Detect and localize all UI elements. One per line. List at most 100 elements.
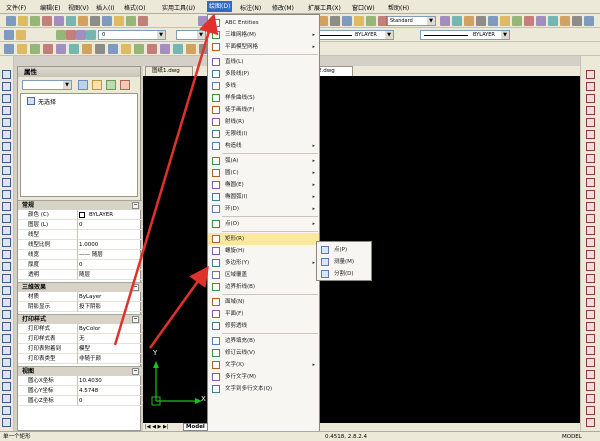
property-row[interactable]: 透明 随层: [18, 270, 142, 280]
modify-tool-icon[interactable]: [586, 178, 595, 187]
draw-tool-icon[interactable]: [2, 82, 11, 91]
modify-tool-icon[interactable]: [586, 214, 595, 223]
linetype-combo[interactable]: BYLAYER ▼: [314, 30, 394, 40]
orbit-icon[interactable]: [147, 44, 157, 54]
modify-tool-icon[interactable]: [586, 274, 595, 283]
modify-tool-icon[interactable]: [586, 70, 595, 79]
draw-menu-item-29[interactable]: 文字到多行文本(Q): [208, 383, 319, 395]
modify-tool-icon[interactable]: [586, 322, 595, 331]
draw-tool-icon[interactable]: [2, 334, 11, 343]
draw-menu-item-24[interactable]: 修剪透线: [208, 320, 319, 332]
draw-menu-item-16[interactable]: 点(O) ▸: [208, 218, 319, 230]
tab-drawing1[interactable]: 图纸1.dwg: [145, 66, 193, 76]
property-value[interactable]: BYLAYER: [89, 210, 113, 220]
draw-menu-item-3[interactable]: 直线(L): [208, 56, 319, 68]
orbit-icon[interactable]: [56, 44, 66, 54]
modify-tool-icon[interactable]: [586, 262, 595, 271]
section-general[interactable]: 常规 −: [18, 200, 142, 210]
tab-model[interactable]: Model: [183, 423, 209, 431]
view-left-icon[interactable]: [121, 44, 131, 54]
point-submenu-item-2[interactable]: 分割(D): [317, 268, 371, 280]
draw-tool-icon[interactable]: [2, 154, 11, 163]
draw-menu-item-17[interactable]: 矩形(R): [208, 233, 319, 245]
property-value[interactable]: 0: [79, 220, 83, 230]
draw-menu-item-25[interactable]: 边界填充(B): [208, 335, 319, 347]
menu-item-9[interactable]: 扩展工具(X): [308, 3, 341, 12]
paste-icon[interactable]: [452, 16, 462, 26]
modify-tool-icon[interactable]: [586, 154, 595, 163]
match-prop-icon[interactable]: [464, 16, 474, 26]
save-icon[interactable]: [30, 16, 40, 26]
modify-tool-icon[interactable]: [586, 142, 595, 151]
property-value[interactable]: ByColor: [79, 324, 100, 334]
draw-menu-item-11[interactable]: 弧(A) ▸: [208, 155, 319, 167]
draw-tool-icon[interactable]: [2, 382, 11, 391]
view-top-icon[interactable]: [4, 44, 14, 54]
property-value[interactable]: 10.4030: [79, 376, 102, 386]
publish-icon[interactable]: [66, 16, 76, 26]
modify-tool-icon[interactable]: [586, 394, 595, 403]
modify-tool-icon[interactable]: [586, 370, 595, 379]
chevron-down-icon[interactable]: ▼: [197, 31, 205, 39]
layer-combo[interactable]: 0 ▼: [98, 30, 166, 40]
tab-nav-arrows[interactable]: |◀ ◀ ▶ ▶|: [145, 423, 181, 431]
modify-tool-icon[interactable]: [586, 106, 595, 115]
chevron-down-icon[interactable]: ▼: [427, 17, 435, 25]
modify-tool-icon[interactable]: [586, 406, 595, 415]
preview-icon[interactable]: [354, 16, 364, 26]
draw-menu-item-9[interactable]: 无限线(I): [208, 128, 319, 140]
modify-tool-icon[interactable]: [586, 202, 595, 211]
menu-item-2[interactable]: 视图(V): [68, 3, 89, 12]
draw-tool-icon[interactable]: [2, 418, 11, 427]
draw-tool-icon[interactable]: [2, 274, 11, 283]
modify-tool-icon[interactable]: [586, 358, 595, 367]
draw-menu-item-7[interactable]: 徒手画线(F): [208, 104, 319, 116]
lineweight-combo[interactable]: BYLAYER ▼: [420, 30, 510, 40]
draw-tool-icon[interactable]: [2, 298, 11, 307]
property-row[interactable]: 圆心Y坐标 4.5748: [18, 386, 142, 396]
view-front-icon[interactable]: [17, 44, 27, 54]
point-submenu-item-1[interactable]: 测量(M): [317, 256, 371, 268]
draw-tool-icon[interactable]: [2, 106, 11, 115]
draw-tool-icon[interactable]: [2, 310, 11, 319]
draw-menu-item-28[interactable]: 多行文字(M): [208, 371, 319, 383]
print-icon[interactable]: [342, 16, 352, 26]
property-value[interactable]: 4.5748: [79, 386, 98, 396]
draw-menu-item-18[interactable]: 螺旋(H): [208, 245, 319, 257]
redo-icon[interactable]: [138, 16, 148, 26]
lock-icon[interactable]: [76, 30, 86, 40]
draw-menu-item-22[interactable]: 面域(N): [208, 296, 319, 308]
view-top-icon[interactable]: [186, 44, 196, 54]
toggle-pickadd-icon[interactable]: [106, 80, 116, 90]
paste-icon[interactable]: [102, 16, 112, 26]
redo-icon[interactable]: [488, 16, 498, 26]
draw-menu-item-27[interactable]: 文字(X) ▸: [208, 359, 319, 371]
property-value[interactable]: 0: [79, 260, 83, 270]
draw-menu-item-14[interactable]: 椭圆弧(I) ▸: [208, 191, 319, 203]
property-row[interactable]: 打印样式 ByColor: [18, 324, 142, 334]
menu-item-11[interactable]: 帮助(H): [388, 3, 409, 12]
chevron-down-icon[interactable]: ▼: [385, 31, 393, 39]
property-row[interactable]: 线宽 —— 随层: [18, 250, 142, 260]
modify-tool-icon[interactable]: [586, 226, 595, 235]
modify-tool-icon[interactable]: [586, 82, 595, 91]
property-value[interactable]: 无: [79, 334, 85, 344]
modify-tool-icon[interactable]: [586, 346, 595, 355]
property-row[interactable]: 打印表类型 非随于颜: [18, 354, 142, 364]
select-objects-icon[interactable]: [92, 80, 102, 90]
draw-tool-icon[interactable]: [2, 358, 11, 367]
quick-select-icon[interactable]: [78, 80, 88, 90]
chevron-down-icon[interactable]: ▼: [157, 31, 165, 39]
draw-tool-icon[interactable]: [2, 178, 11, 187]
draw-tool-icon[interactable]: [2, 238, 11, 247]
save-icon[interactable]: [330, 16, 340, 26]
calc-icon[interactable]: [584, 16, 594, 26]
settings-icon[interactable]: [120, 80, 130, 90]
modify-tool-icon[interactable]: [586, 418, 595, 427]
draw-menu-item-13[interactable]: 椭圆(E) ▸: [208, 179, 319, 191]
draw-tool-icon[interactable]: [2, 190, 11, 199]
undo-icon[interactable]: [126, 16, 136, 26]
property-value[interactable]: 随层: [79, 270, 90, 280]
draw-menu-item-1[interactable]: 三维网格(M) ▸: [208, 29, 319, 41]
property-value[interactable]: 模型: [79, 344, 90, 354]
